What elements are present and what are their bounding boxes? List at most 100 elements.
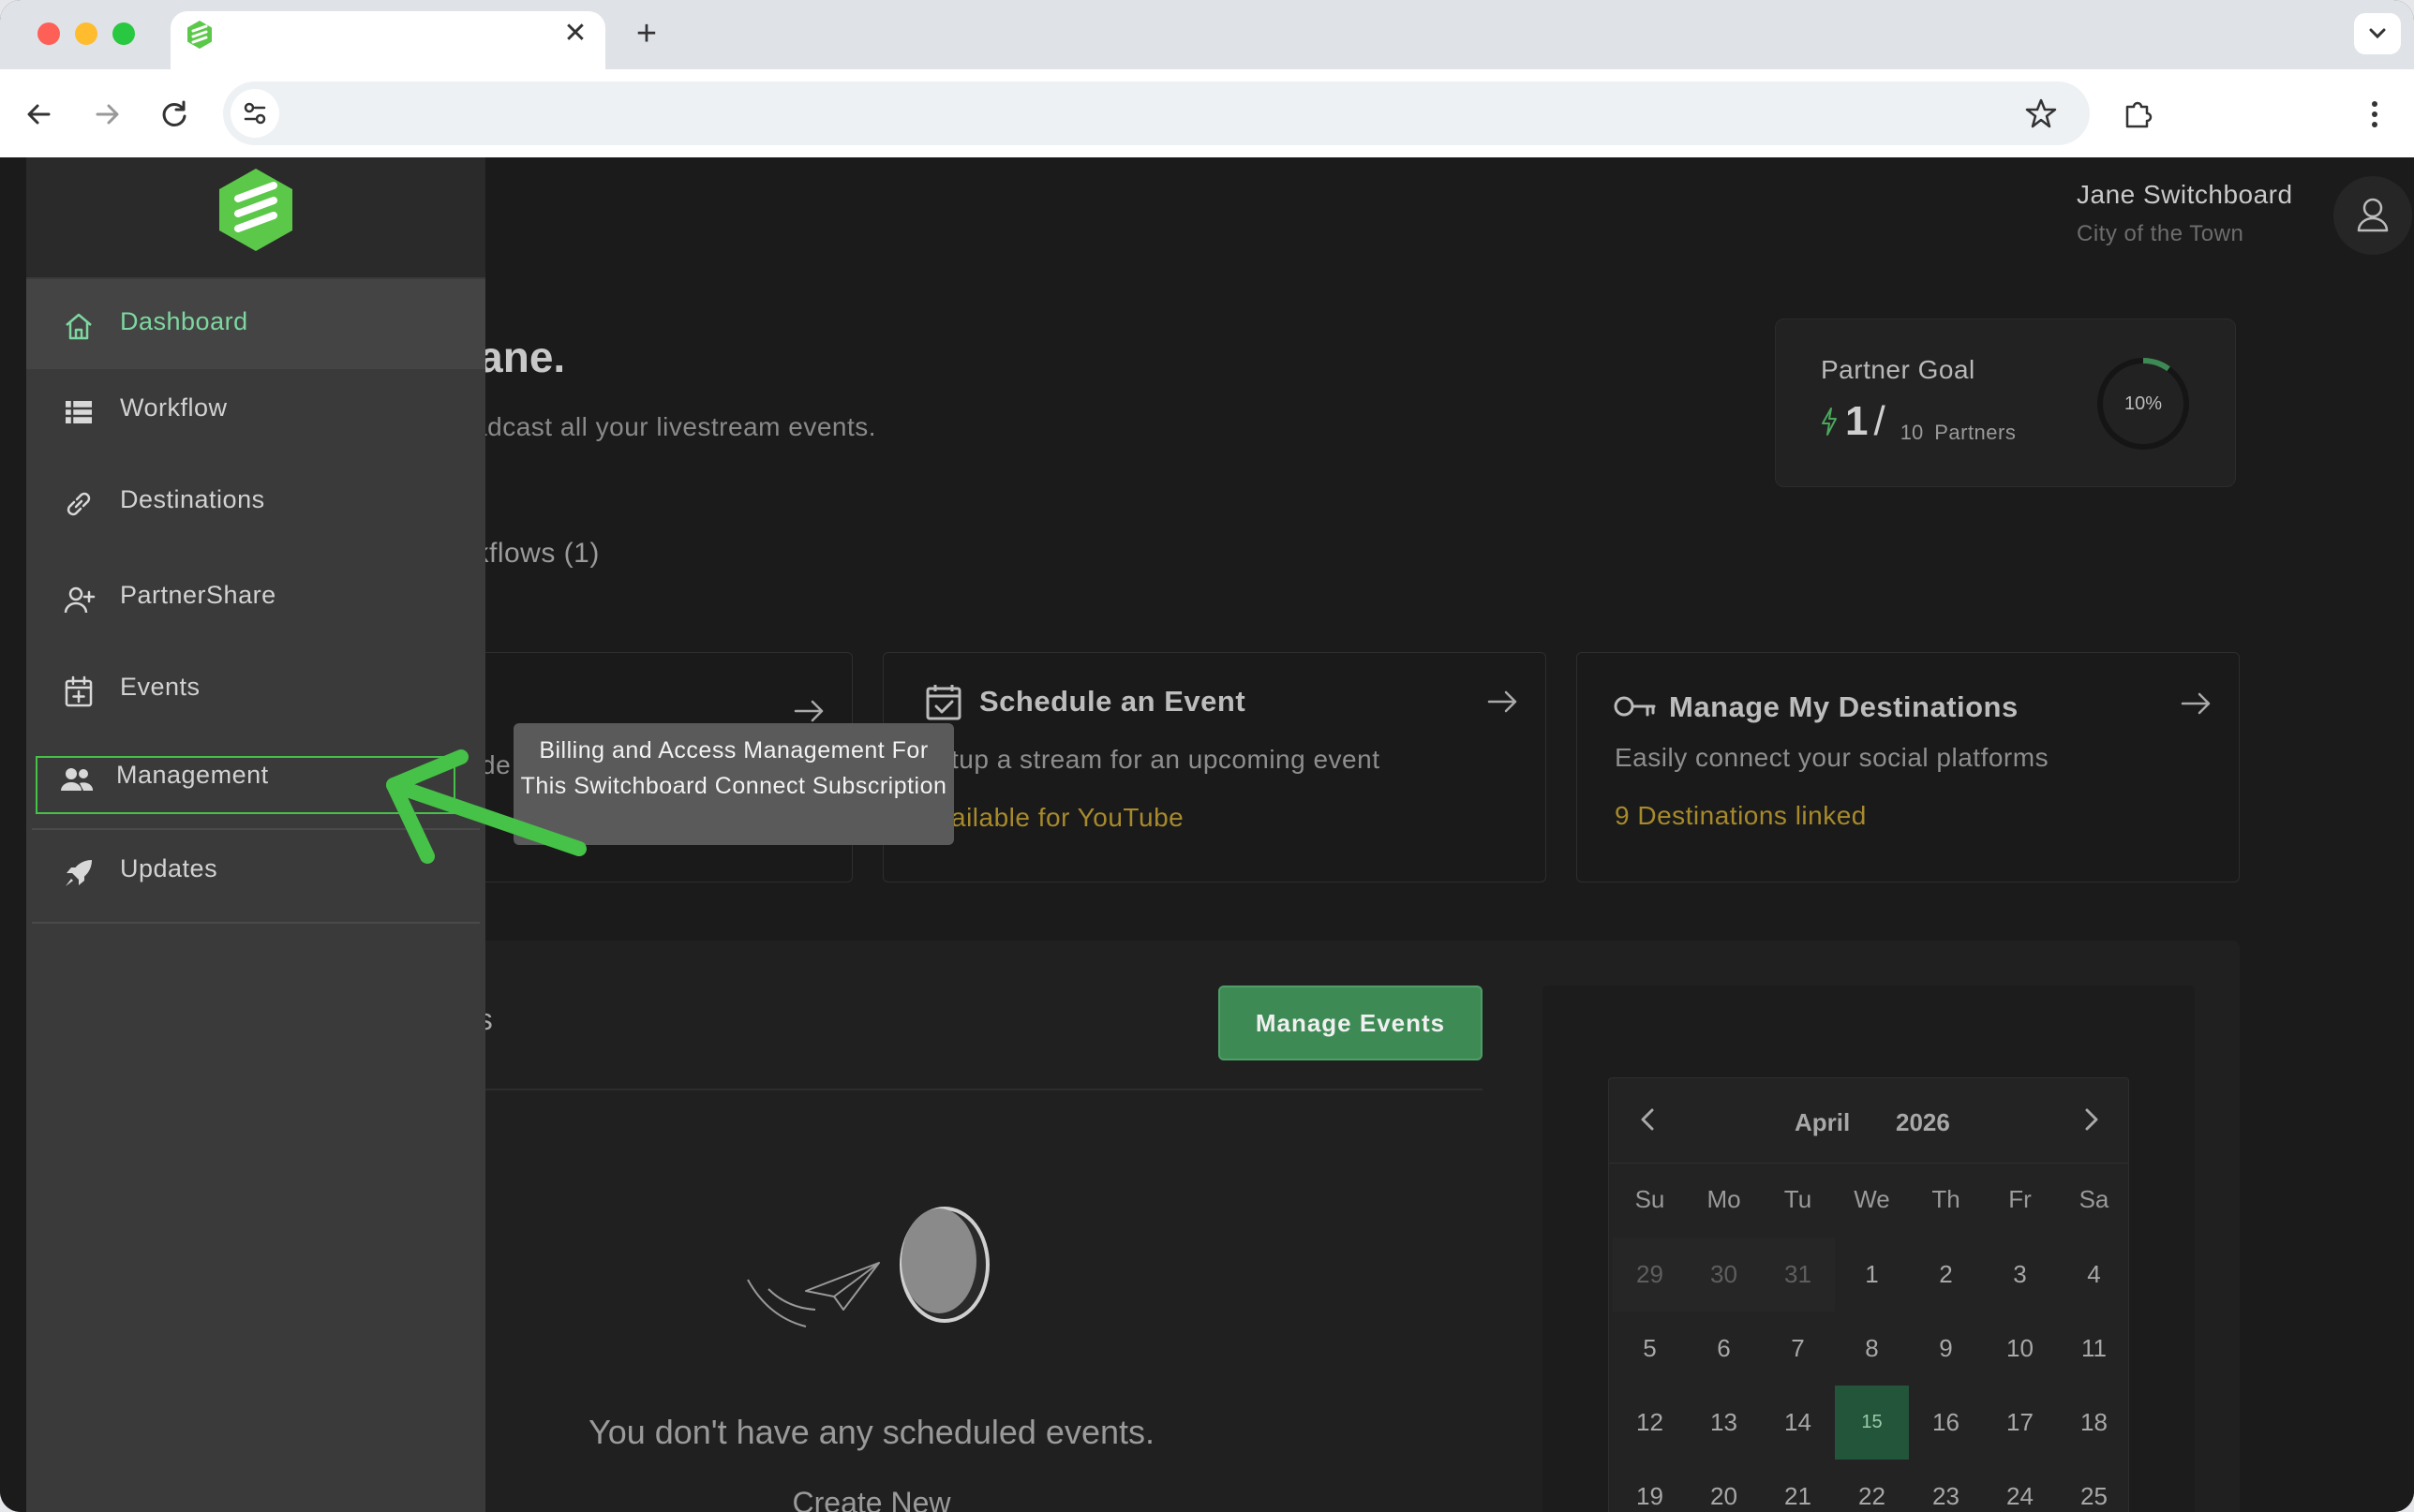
calendar-day[interactable]: 24: [1983, 1460, 2057, 1512]
kebab-menu-icon[interactable]: [2354, 94, 2395, 135]
calendar-day[interactable]: 7: [1761, 1312, 1835, 1386]
calendar-day-today[interactable]: 15: [1835, 1386, 1909, 1460]
calendar-weekday: Th: [1931, 1185, 1960, 1213]
manage-events-button[interactable]: Manage Events: [1218, 986, 1483, 1060]
calendar-weekday: Fr: [2008, 1185, 2032, 1213]
calendar-check-icon: [926, 685, 961, 720]
calendar-day[interactable]: 25: [2057, 1460, 2131, 1512]
calendar-day[interactable]: 1: [1835, 1238, 1909, 1312]
maximize-window-button[interactable]: [112, 22, 135, 45]
sidebar-item-label: Workflow: [120, 393, 228, 422]
schedule-event-link[interactable]: ailable for YouTube: [951, 803, 1184, 833]
manage-destinations-card[interactable]: Manage My Destinations Easily connect yo…: [1576, 652, 2240, 882]
management-tooltip: Billing and Access Management For This S…: [514, 723, 954, 845]
sidebar-item-destinations[interactable]: Destinations: [26, 457, 485, 547]
sidebar-item-dashboard[interactable]: Dashboard: [26, 279, 485, 369]
sidebar-logo-area: [26, 157, 485, 277]
calendar: April 2026 Su Mo Tu We Th Fr Sa 29 30 31 1 2 3 4 5 6 7 8 9…: [1608, 1077, 2129, 1512]
calendar-year[interactable]: 2026: [1896, 1108, 1950, 1137]
calendar-week: 12 13 14 15 16 17 18: [1613, 1386, 2132, 1460]
calendar-day[interactable]: 23: [1909, 1460, 1983, 1512]
calendar-day[interactable]: 18: [2057, 1386, 2131, 1460]
calendar-day[interactable]: 14: [1761, 1386, 1835, 1460]
sidebar-item-workflow[interactable]: Workflow: [26, 365, 485, 455]
partner-goal-total: 10: [1900, 421, 1924, 444]
new-tab-button[interactable]: +: [626, 13, 667, 54]
minimize-window-button[interactable]: [75, 22, 97, 45]
tab-strip: ✕ +: [0, 0, 2414, 69]
browser-toolbar: [0, 69, 2414, 158]
user-name: Jane Switchboard: [2077, 180, 2293, 209]
calendar-day[interactable]: 16: [1909, 1386, 1983, 1460]
extensions-puzzle-icon[interactable]: [2118, 94, 2159, 135]
calendar-day[interactable]: 2: [1909, 1238, 1983, 1312]
calendar-day[interactable]: 17: [1983, 1386, 2057, 1460]
calendar-day[interactable]: 19: [1613, 1460, 1687, 1512]
address-bar[interactable]: [223, 82, 2090, 145]
tab-close-icon[interactable]: ✕: [559, 17, 592, 51]
partner-goal-title: Partner Goal: [1821, 355, 1975, 384]
user-org: City of the Town: [2077, 221, 2244, 246]
create-new-link[interactable]: Create New: [562, 1486, 1181, 1512]
user-avatar-button[interactable]: [2333, 176, 2412, 255]
partner-goal-progress: 1/ 10 Partners: [1819, 398, 2016, 454]
bookmark-star-icon[interactable]: [2020, 93, 2062, 134]
calendar-weekday: Su: [1634, 1185, 1665, 1213]
calendar-day[interactable]: 22: [1835, 1460, 1909, 1512]
calendar-day[interactable]: 21: [1761, 1460, 1835, 1512]
chevron-left-icon[interactable]: [1632, 1103, 1665, 1136]
rocket-icon: [66, 860, 92, 886]
destinations-linked-link[interactable]: 9 Destinations linked: [1615, 801, 1867, 831]
schedule-event-desc: tup a stream for an upcoming event: [951, 745, 1380, 774]
calendar-day[interactable]: 3: [1983, 1238, 2057, 1312]
site-info-button[interactable]: [231, 89, 279, 138]
calendar-day[interactable]: 20: [1687, 1460, 1761, 1512]
calendar-day[interactable]: 9: [1909, 1312, 1983, 1386]
calendar-day[interactable]: 30: [1687, 1238, 1761, 1312]
calendar-day[interactable]: 29: [1613, 1238, 1687, 1312]
calendar-week: 19 20 21 22 23 24 25: [1613, 1460, 2132, 1512]
sidebar-item-events[interactable]: Events: [26, 645, 485, 734]
calendar-day[interactable]: 10: [1983, 1312, 2057, 1386]
arrow-right-icon: [1487, 690, 1517, 713]
calendar-weekday: We: [1854, 1185, 1890, 1213]
schedule-event-card[interactable]: Schedule an Event tup a stream for an up…: [883, 652, 1546, 882]
sidebar-item-label: Destinations: [120, 485, 265, 513]
user-icon: [2357, 198, 2389, 232]
back-arrow-icon[interactable]: [19, 94, 60, 135]
switchboard-favicon-icon: [187, 21, 212, 49]
key-icon: [1614, 696, 1656, 717]
calendar-day[interactable]: 4: [2057, 1238, 2131, 1312]
calendar-day[interactable]: 8: [1835, 1312, 1909, 1386]
calendar-weekday: Mo: [1706, 1185, 1741, 1213]
sidebar: Dashboard Workflow Destinations PartnerS…: [26, 157, 485, 1512]
calendar-month[interactable]: April: [1795, 1108, 1850, 1137]
tab-search-button[interactable]: [2354, 13, 2401, 54]
calendar-week: 5 6 7 8 9 10 11: [1613, 1312, 2132, 1386]
calendar-day[interactable]: 11: [2057, 1312, 2131, 1386]
chevron-right-icon[interactable]: [2074, 1103, 2108, 1136]
sidebar-item-label: Events: [120, 673, 201, 701]
switchboard-logo[interactable]: [216, 167, 296, 253]
address-input[interactable]: [298, 95, 1989, 134]
calendar-day[interactable]: 12: [1613, 1386, 1687, 1460]
forward-arrow-icon[interactable]: [86, 94, 127, 135]
link-icon: [67, 492, 91, 516]
calendar-weekday: Sa: [2079, 1185, 2109, 1213]
home-icon: [66, 313, 92, 340]
calendar-weekday: Tu: [1783, 1185, 1812, 1213]
sidebar-item-label: PartnerShare: [120, 581, 276, 609]
partner-goal-unit: Partners: [1934, 421, 2017, 444]
reload-icon[interactable]: [154, 94, 195, 135]
events-divider: [446, 1089, 1483, 1090]
schedule-event-title: Schedule an Event: [979, 685, 1246, 718]
calendar-day[interactable]: 13: [1687, 1386, 1761, 1460]
person-add-icon: [64, 586, 96, 614]
sidebar-item-updates[interactable]: Updates: [26, 826, 485, 916]
calendar-day[interactable]: 6: [1687, 1312, 1761, 1386]
calendar-day[interactable]: 31: [1761, 1238, 1835, 1312]
sidebar-item-partnershare[interactable]: PartnerShare: [26, 553, 485, 643]
close-window-button[interactable]: [37, 22, 60, 45]
calendar-day[interactable]: 5: [1613, 1312, 1687, 1386]
browser-tab[interactable]: ✕: [171, 11, 605, 69]
